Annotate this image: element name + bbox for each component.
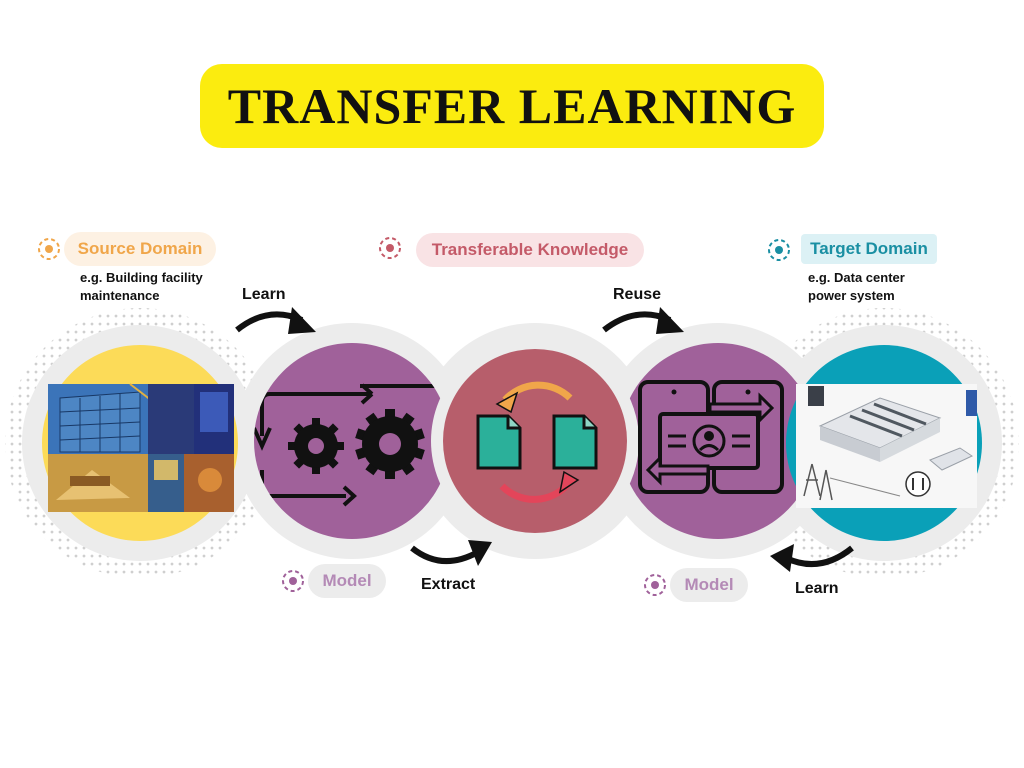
source-target-icon: [38, 238, 60, 260]
arrow-extract: [410, 540, 492, 566]
model-right-target-icon: [644, 574, 666, 596]
model-left-circle: [254, 343, 450, 539]
construction-photo-collage: [48, 383, 234, 512]
extract-label: Extract: [421, 576, 476, 593]
source-domain-label: Source Domain: [64, 232, 216, 266]
arrow-learn-top: [235, 307, 316, 334]
source-domain-note: e.g. Building facility maintenance: [80, 269, 203, 305]
model-right-text: Model: [684, 575, 734, 594]
target-domain-target-icon: [768, 239, 790, 261]
transferable-knowledge-text: Transferable Knowledge: [431, 240, 629, 259]
knowledge-target-icon: [379, 237, 401, 259]
diagram-canvas: [5, 237, 1019, 596]
learn-bottom-label: Learn: [795, 580, 839, 597]
reuse-label: Reuse: [613, 286, 662, 303]
target-note-line-2: power system: [808, 288, 895, 303]
source-note-line-2: maintenance: [80, 288, 160, 303]
model-right-label: Model: [670, 568, 748, 602]
source-domain-text: Source Domain: [77, 239, 203, 258]
target-note-line-1: e.g. Data center: [808, 270, 905, 285]
learn-top-label: Learn: [242, 286, 286, 303]
model-left-target-icon: [282, 570, 304, 592]
target-domain-text: Target Domain: [810, 239, 928, 258]
data-center-diagram: [796, 384, 977, 508]
knowledge-circle: [443, 349, 627, 533]
model-left-label: Model: [308, 564, 386, 598]
model-left-text: Model: [322, 571, 372, 590]
transferable-knowledge-label: Transferable Knowledge: [416, 233, 644, 267]
target-domain-note: e.g. Data center power system: [808, 269, 905, 305]
target-domain-label: Target Domain: [801, 234, 937, 264]
source-note-line-1: e.g. Building facility: [80, 270, 203, 285]
arrow-reuse: [602, 307, 684, 334]
